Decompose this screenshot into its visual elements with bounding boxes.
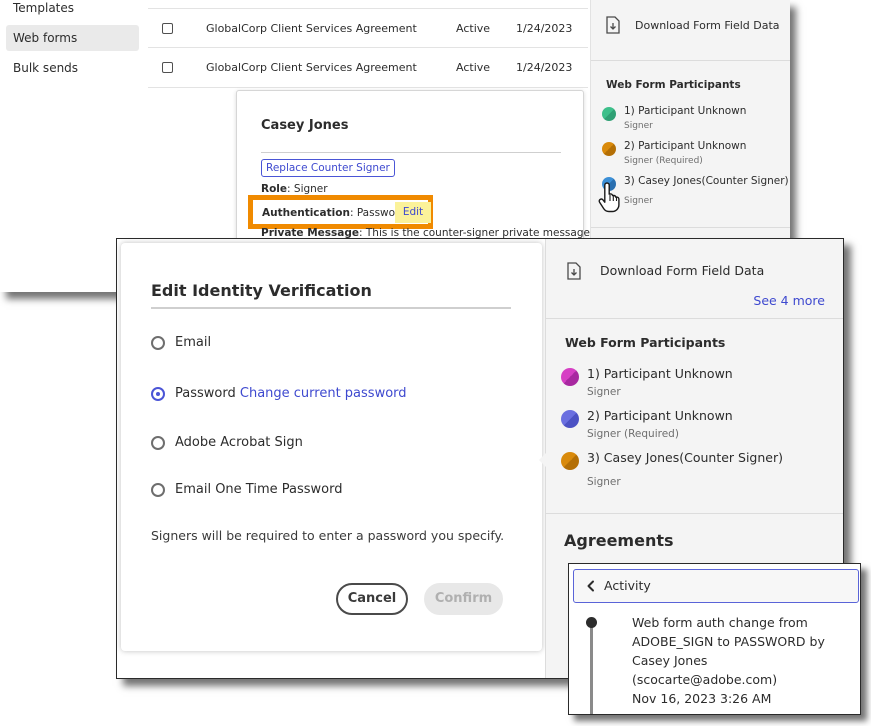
participant-avatar-icon: [561, 452, 579, 470]
participants-title: Web Form Participants: [565, 335, 726, 350]
option-label: Adobe Acrobat Sign: [175, 435, 303, 450]
participant-name[interactable]: 3) Casey Jones(Counter Signer): [624, 175, 789, 187]
option-label: Email: [175, 335, 212, 350]
replace-counter-signer-button[interactable]: Replace Counter Signer: [261, 159, 395, 177]
event-line: (scocarte@adobe.com): [632, 672, 778, 687]
participant-name[interactable]: 1) Participant Unknown: [624, 105, 746, 117]
download-form-field-data-link[interactable]: Download Form Field Data: [635, 19, 780, 32]
activity-header[interactable]: Activity: [573, 569, 859, 603]
nav-item-web-forms[interactable]: Web forms: [6, 25, 139, 51]
participant-name: Casey Jones: [261, 118, 349, 133]
participant-name[interactable]: 2) Participant Unknown: [587, 408, 733, 423]
participant-avatar-icon: [602, 142, 616, 156]
participant-role: Signer: [587, 386, 621, 398]
download-icon: [606, 16, 620, 34]
download-form-field-data-link[interactable]: Download Form Field Data: [600, 263, 764, 278]
activity-screenshot: Activity Web form auth change from ADOBE…: [568, 563, 861, 715]
download-icon: [567, 262, 581, 280]
timeline-line: [590, 627, 593, 714]
authentication-label: Authentication: [262, 207, 350, 219]
role-value: : Signer: [287, 183, 328, 195]
cancel-button[interactable]: Cancel: [336, 583, 408, 615]
divider: [591, 227, 790, 228]
radio-button[interactable]: [151, 387, 165, 401]
confirm-button[interactable]: Confirm: [424, 583, 503, 615]
divider: [546, 513, 843, 514]
panel-pointer: [539, 453, 546, 467]
activity-event: Web form auth change from ADOBE_SIGN to …: [632, 613, 852, 708]
participant-name[interactable]: 3) Casey Jones(Counter Signer): [587, 450, 783, 465]
participant-role: Signer (Required): [587, 428, 679, 440]
participant-name[interactable]: 2) Participant Unknown: [624, 140, 746, 152]
activity-title: Activity: [604, 578, 651, 593]
chevron-left-icon[interactable]: [584, 579, 598, 593]
radio-button[interactable]: [151, 336, 165, 350]
participant-role: Signer: [624, 121, 653, 131]
edit-authentication-button[interactable]: Edit: [395, 202, 431, 223]
authentication-highlight: Authentication: Password Edit: [248, 195, 433, 229]
dialog-title: Edit Identity Verification: [151, 281, 372, 300]
event-line: Casey Jones: [632, 653, 708, 668]
divider: [261, 152, 561, 153]
role-line: Role: Signer: [261, 183, 328, 195]
nav-item-bulk-sends[interactable]: Bulk sends: [6, 55, 139, 81]
participants-title: Web Form Participants: [606, 79, 741, 91]
event-timestamp: Nov 16, 2023 3:26 AM: [632, 691, 772, 706]
agreements-title: Agreements: [564, 531, 674, 550]
event-line: ADOBE_SIGN to PASSWORD by: [632, 634, 825, 649]
participant-role: Signer (Required): [624, 156, 703, 166]
divider: [591, 60, 790, 61]
radio-button[interactable]: [151, 483, 165, 497]
see-more-link[interactable]: See 4 more: [753, 293, 825, 308]
row-checkbox[interactable]: [162, 62, 173, 73]
row-name: GlobalCorp Client Services Agreement: [206, 22, 417, 35]
divider: [151, 307, 511, 309]
timeline-dot: [586, 617, 597, 628]
table-row[interactable]: GlobalCorp Client Services Agreement Act…: [148, 48, 588, 88]
participant-avatar-icon: [561, 410, 579, 428]
role-label: Role: [261, 183, 288, 195]
divider: [546, 318, 843, 319]
help-text: Signers will be required to enter a pass…: [151, 528, 505, 543]
radio-button[interactable]: [151, 436, 165, 450]
option-label-group: Password Change current password: [175, 386, 407, 401]
participant-avatar-icon: [602, 107, 616, 121]
table-row[interactable]: GlobalCorp Client Services Agreement Act…: [148, 8, 588, 48]
event-line: Web form auth change from: [632, 615, 808, 630]
option-label: Password: [175, 386, 236, 401]
change-current-password-link[interactable]: Change current password: [240, 386, 407, 401]
edit-identity-verification-dialog: Edit Identity Verification Email Passwor…: [121, 243, 542, 651]
row-status: Active: [456, 22, 491, 35]
row-date: 1/24/2023: [516, 22, 573, 35]
row-status: Active: [456, 61, 491, 74]
row-date: 1/24/2023: [516, 61, 573, 74]
participant-role: Signer: [587, 476, 621, 488]
row-name: GlobalCorp Client Services Agreement: [206, 61, 417, 74]
hand-cursor-icon: [598, 182, 620, 213]
row-checkbox[interactable]: [162, 23, 173, 34]
authentication-line: Authentication: Password: [262, 207, 406, 219]
participant-role: Signer: [624, 196, 653, 206]
participant-name[interactable]: 1) Participant Unknown: [587, 366, 733, 381]
participant-avatar-icon: [561, 368, 579, 386]
option-label: Email One Time Password: [175, 482, 343, 497]
nav-item-templates[interactable]: Templates: [6, 0, 139, 21]
